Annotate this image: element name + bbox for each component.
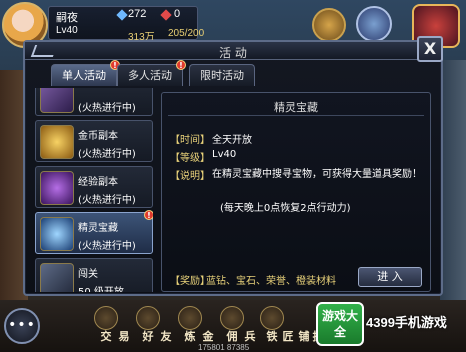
activity-detail-panel: 精灵宝藏 【时间】 全天开放 【等级】 Lv40 【说明】 在精灵宝藏中搜寻宝物… bbox=[161, 92, 431, 292]
level-label: 【等级】 bbox=[170, 153, 210, 164]
activity-item[interactable]: (火热进行中) bbox=[35, 88, 153, 116]
gold-coins-icon bbox=[40, 125, 74, 159]
detail-title: 精灵宝藏 bbox=[274, 101, 318, 114]
level-value: Lv40 bbox=[212, 149, 237, 160]
activity-name: 精灵宝藏 bbox=[78, 223, 118, 234]
time-value: 全天开放 bbox=[212, 135, 252, 146]
activity-status: (火热进行中) bbox=[78, 195, 136, 206]
reward-value: 蓝钻、宝石、荣誉、橙装材料 bbox=[206, 276, 336, 287]
exp-potion-icon bbox=[40, 171, 74, 205]
description-note: (每天晚上0点恢复2点行动力) bbox=[220, 203, 351, 214]
tab-single-activity[interactable]: 单人活动 ! bbox=[51, 60, 120, 86]
tab-limited-activity[interactable]: 限时活动 bbox=[189, 64, 255, 86]
close-button[interactable]: X bbox=[417, 36, 443, 62]
watermark-text: 4399手机游戏 bbox=[366, 315, 447, 330]
activity-item-exp-dungeon[interactable]: 经验副本 (火热进行中) bbox=[35, 166, 153, 208]
reward-bar: 【奖励】 蓝钻、宝石、荣誉、橙装材料 bbox=[166, 269, 352, 287]
sprite-treasure-icon bbox=[40, 217, 74, 251]
activity-name: 金币副本 bbox=[78, 131, 118, 142]
time-label: 【时间】 bbox=[170, 135, 210, 146]
activity-status: (火热进行中) bbox=[78, 241, 136, 252]
activity-status: (火热进行中) bbox=[78, 149, 136, 160]
player-level: Lv40 bbox=[56, 25, 78, 36]
dialog-header: 活 动 bbox=[25, 42, 441, 60]
tab-label: 限时活动 bbox=[200, 69, 244, 82]
alert-badge-icon: ! bbox=[176, 60, 186, 70]
activity-status: (火热进行中) bbox=[78, 103, 136, 114]
tab-label: 多人活动 bbox=[128, 69, 172, 82]
activity-item-gate-challenge[interactable]: 闯关 50 级开放 bbox=[35, 258, 153, 292]
event-orb-icon[interactable] bbox=[356, 6, 392, 42]
coordinate-readout: 175801 87385 bbox=[198, 343, 250, 352]
ruby-count: 0 bbox=[174, 8, 181, 20]
activity-name: 闯关 bbox=[78, 269, 98, 280]
activity-list[interactable]: (火热进行中) 金币副本 (火热进行中) 经验副本 (火热进行中) 精灵宝藏 (… bbox=[35, 88, 153, 292]
alert-badge-icon: ! bbox=[144, 210, 153, 220]
stamina-count: 205/200 bbox=[168, 28, 205, 39]
dialog-title: 活 动 bbox=[219, 46, 247, 60]
activity-item-gold-dungeon[interactable]: 金币副本 (火热进行中) bbox=[35, 120, 153, 162]
enter-button[interactable]: 进 入 bbox=[358, 267, 422, 287]
tab-multi-activity[interactable]: 多人活动 ! bbox=[117, 60, 186, 86]
description-label: 【说明】 bbox=[170, 171, 210, 182]
activity-icon bbox=[40, 88, 74, 113]
diamond-count: 272 bbox=[128, 8, 147, 20]
treasure-chest-icon[interactable] bbox=[312, 8, 346, 42]
activity-name: 经验副本 bbox=[78, 177, 118, 188]
tab-label: 单人活动 bbox=[62, 69, 106, 82]
player-name: 嗣夜 bbox=[56, 12, 78, 24]
background-scenery-right bbox=[440, 60, 466, 310]
activity-status: 50 级开放 bbox=[78, 283, 124, 292]
watermark-logo: 游戏大全 bbox=[316, 302, 364, 346]
activity-item-sprite-treasure[interactable]: 精灵宝藏 (火热进行中) ! bbox=[35, 210, 153, 254]
activity-dialog: 活 动 X 单人活动 ! 多人活动 ! 限时活动 (火热进行中) 金币副本 (火… bbox=[23, 36, 443, 296]
divider bbox=[168, 115, 424, 116]
chat-button[interactable]: ••• bbox=[4, 308, 40, 344]
description-value: 在精灵宝藏中搜寻宝物，可获得大量道具奖励！ bbox=[212, 169, 422, 180]
gate-challenge-icon bbox=[40, 263, 74, 292]
reward-label: 【奖励】 bbox=[170, 276, 210, 287]
